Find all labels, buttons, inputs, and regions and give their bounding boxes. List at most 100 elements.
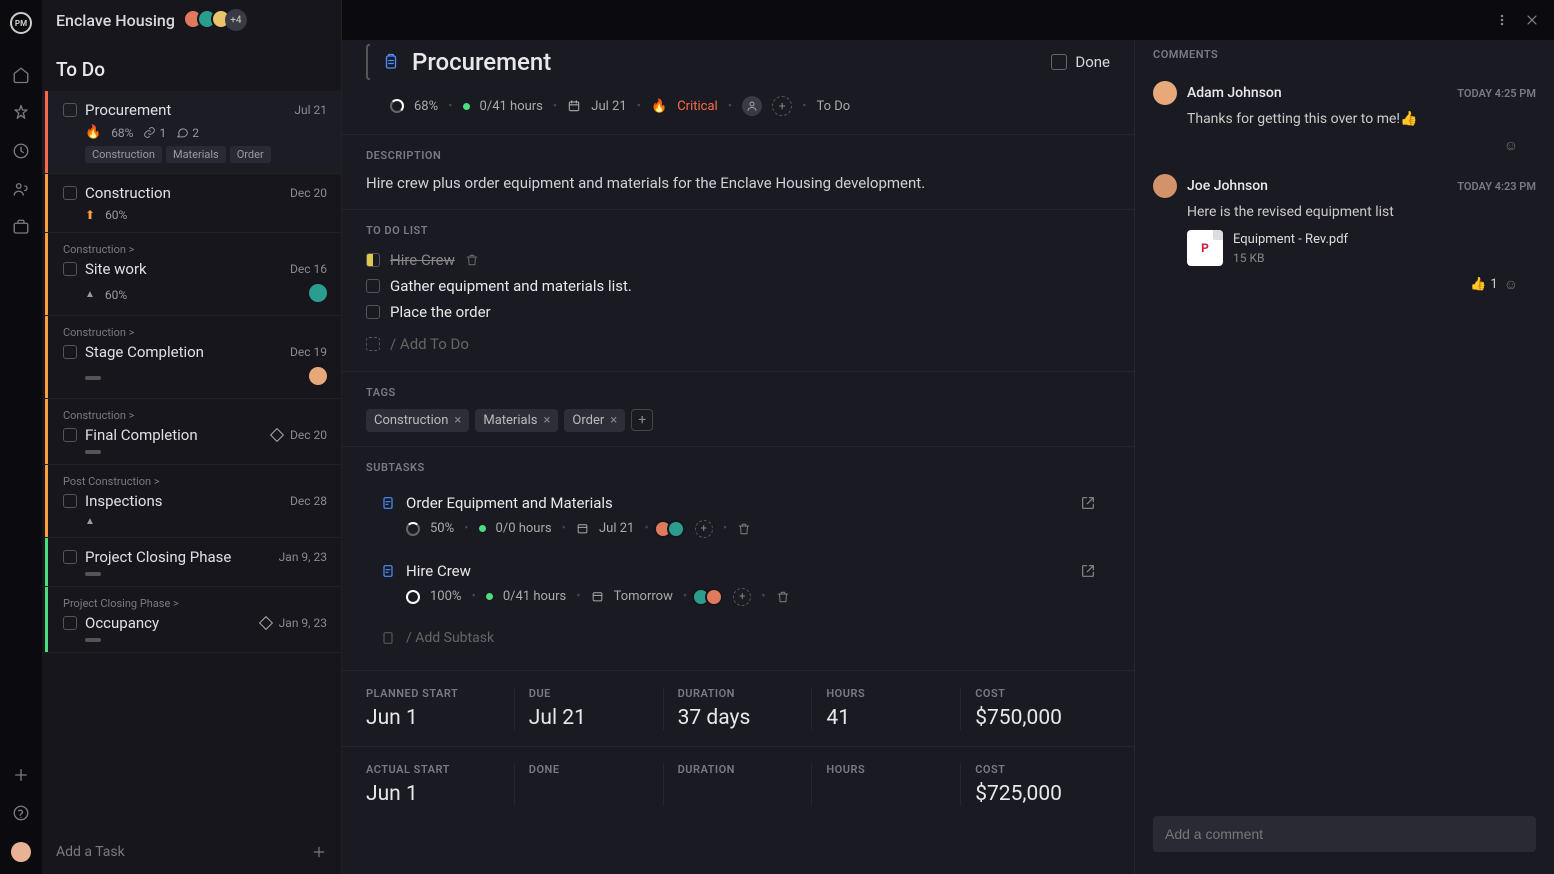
stat-cell: HOURS41 (812, 687, 961, 730)
task-item[interactable]: Post Construction > Inspections Dec 28 ▲ (42, 465, 341, 538)
comment-input-wrap (1135, 802, 1554, 874)
remove-tag-icon[interactable]: × (543, 413, 550, 428)
add-todo-input[interactable]: / Add To Do (366, 331, 1110, 357)
checkbox-icon[interactable] (366, 279, 380, 293)
briefcase-icon[interactable] (12, 218, 30, 236)
task-item[interactable]: Construction > Final Completion Dec 20 (42, 399, 341, 465)
done-toggle[interactable]: Done (1051, 53, 1110, 71)
checkbox-icon[interactable] (63, 616, 77, 630)
progress-circle-icon (406, 522, 420, 536)
todo-item[interactable]: Hire Crew (366, 247, 1110, 273)
description-text[interactable]: Hire crew plus order equipment and mater… (366, 172, 1110, 195)
priority-text[interactable]: Critical (677, 99, 717, 114)
add-task-button[interactable]: Add a Task (42, 830, 341, 874)
task-item[interactable]: Project Closing Phase Jan 9, 23 (42, 538, 341, 587)
tag: Construction (85, 146, 162, 163)
progress-bar-icon (85, 638, 101, 642)
checkbox-icon[interactable] (63, 103, 77, 117)
status-text[interactable]: To Do (816, 99, 850, 114)
comment-author: Joe Johnson (1187, 178, 1268, 194)
comment-time: TODAY 4:23 PM (1457, 180, 1536, 193)
plus-icon[interactable] (12, 766, 30, 784)
open-external-icon[interactable] (1080, 495, 1096, 511)
tag-pill[interactable]: Construction× (366, 409, 469, 432)
home-icon[interactable] (12, 66, 30, 84)
subtask-item[interactable]: Order Equipment and Materials 50% • 0/0 … (366, 484, 1110, 548)
add-reaction-button[interactable]: ☺ (1504, 276, 1518, 293)
add-assignee-button[interactable]: + (772, 96, 792, 116)
remove-tag-icon[interactable]: × (454, 413, 461, 428)
task-name: Site work (85, 260, 282, 278)
section-label: TO DO LIST (366, 224, 1110, 237)
tags-section: TAGS Construction× Materials× Order× + (342, 371, 1134, 446)
trash-icon[interactable] (737, 522, 751, 536)
app-logo[interactable]: PM (10, 12, 32, 34)
checkbox-icon[interactable] (63, 262, 77, 276)
user-avatar[interactable] (11, 842, 31, 862)
remove-tag-icon[interactable]: × (610, 413, 617, 428)
nav-rail: PM (0, 0, 42, 874)
task-item[interactable]: Procurement Jul 21 🔥 68% 1 2 Constructio… (42, 91, 341, 174)
task-item[interactable]: Project Closing Phase > Occupancy Jan 9,… (42, 587, 341, 653)
close-icon[interactable] (1524, 12, 1540, 28)
help-icon[interactable] (12, 804, 30, 822)
project-title: Enclave Housing (56, 11, 175, 30)
triangle-up-icon: ▲ (85, 289, 95, 300)
reaction-pill[interactable]: 👍 1 (1470, 277, 1498, 292)
checkbox-icon[interactable] (63, 550, 77, 564)
comment-input[interactable] (1153, 816, 1536, 852)
todo-item[interactable]: Place the order (366, 299, 1110, 325)
subtask-due[interactable]: Jul 21 (599, 521, 634, 536)
checkbox-icon[interactable] (63, 186, 77, 200)
project-members[interactable]: +4 (189, 9, 247, 31)
people-icon[interactable] (12, 180, 30, 198)
subtask-item[interactable]: Hire Crew 100% • 0/41 hours • Tomorrow •… (366, 552, 1110, 616)
comment-body: Thanks for getting this over to me!👍 (1187, 111, 1536, 127)
stat-cell: COST$725,000 (961, 763, 1110, 806)
todo-item[interactable]: Gather equipment and materials list. (366, 273, 1110, 299)
subtask-title: Hire Crew (406, 562, 1070, 580)
clock-icon[interactable] (12, 142, 30, 160)
checkbox-icon[interactable] (366, 305, 380, 319)
add-assignee-button[interactable]: + (695, 520, 713, 538)
activity-icon[interactable] (12, 104, 30, 122)
trash-icon[interactable] (465, 253, 479, 267)
task-parent: Post Construction > (63, 475, 327, 488)
stat-cell: DONE (515, 763, 664, 806)
tag-pill[interactable]: Order× (564, 409, 625, 432)
progress-text: 68% (414, 99, 438, 114)
task-date: Dec 19 (290, 345, 327, 359)
pdf-icon: P (1187, 230, 1223, 266)
task-title[interactable]: Procurement (412, 48, 551, 76)
add-assignee-button[interactable]: + (733, 588, 751, 606)
open-external-icon[interactable] (1080, 563, 1096, 579)
trash-icon[interactable] (776, 590, 790, 604)
subtask-assignees[interactable] (659, 520, 685, 538)
add-todo-placeholder: / Add To Do (390, 335, 469, 353)
description-section: DESCRIPTION Hire crew plus order equipme… (342, 134, 1134, 209)
checkbox-icon[interactable] (63, 494, 77, 508)
column-title: To Do (42, 40, 341, 91)
task-progress: 60% (105, 288, 127, 302)
task-item[interactable]: Construction Dec 20 ⬆ 60% (42, 174, 341, 233)
task-item[interactable]: Construction > Stage Completion Dec 19 (42, 316, 341, 399)
add-tag-button[interactable]: + (631, 409, 653, 431)
task-date: Jan 9, 23 (279, 616, 327, 630)
add-reaction-button[interactable]: ☺ (1504, 137, 1518, 154)
assignee-button[interactable] (742, 96, 762, 116)
calendar-icon (591, 590, 604, 603)
clipboard-icon (382, 53, 400, 71)
more-icon[interactable] (1494, 12, 1510, 28)
checkbox-icon[interactable] (366, 253, 380, 267)
checkbox-icon[interactable] (63, 345, 77, 359)
subtask-assignees[interactable] (697, 588, 723, 606)
subtask-due[interactable]: Tomorrow (614, 589, 673, 604)
due-text[interactable]: Jul 21 (591, 99, 626, 114)
add-subtask-input[interactable]: / Add Subtask (366, 620, 1110, 656)
main-content: 2 1 2 Enclave Housing / E-11 Procurement… (342, 0, 1554, 874)
attachment[interactable]: P Equipment - Rev.pdf 15 KB (1187, 230, 1536, 266)
tag-pill[interactable]: Materials× (475, 409, 558, 432)
checkbox-icon[interactable] (63, 428, 77, 442)
task-date: Jul 21 (294, 103, 327, 117)
task-item[interactable]: Construction > Site work Dec 16 ▲ 60% (42, 233, 341, 316)
